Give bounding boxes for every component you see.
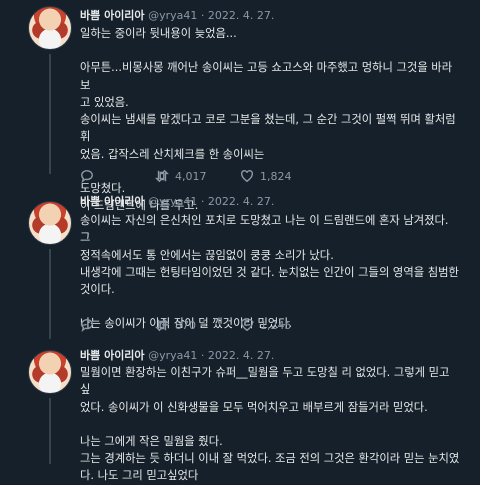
tweet-line: 것이다. [80,283,115,297]
tweet-date[interactable]: 2022. 4. 27. [208,349,274,362]
tweet-line: 밀웜이면 환장하는 이친구가 슈퍼__밀웜을 두고 도망칠 리 없었다. 그렇게… [80,366,453,397]
tweet-line: 내생각에 그때는 헌팅타임이었던 것 같다. 눈치없는 인간이 그들의 영역을 … [80,265,459,279]
tweet-actions: 4,017 1,824 [80,169,460,185]
separator: · [200,349,205,362]
tweet-line: 일하는 중이라 뒷내용이 늦었음... [80,27,237,40]
avatar[interactable] [28,201,72,245]
author-name[interactable]: 바쁨 아이리아 [80,9,145,22]
tweet-line: 그는 경계하는 듯 하더니 이내 잘 먹었다. 조금 전의 그것은 환각이라 믿… [80,452,460,466]
like-button[interactable]: 1,245 [240,318,292,332]
tweet-line: 송이씨는 냄새를 맡겠다고 코로 그분을 쳤는데, 그 순간 그것이 펄쩍 뛰며… [80,113,460,144]
thread-line [49,54,51,174]
tweet-text: 밀웜이면 환장하는 이친구가 슈퍼__밀웜을 두고 도망칠 리 없었다. 그렇게… [80,364,460,485]
retweet-button[interactable]: 4,017 [155,169,207,183]
tweet-line: 정적속에서도 통 안에서는 끊임없이 쿵쿵 소리가 났다. [80,248,334,262]
tweet-line: 고 있었음. [80,95,129,109]
retweet-icon [155,318,169,332]
tweet-line: 었다. 송이씨가 이 신화생물을 모두 먹어치우고 배부르게 잠들거라 믿었다. [80,400,428,414]
like-button[interactable]: 1,824 [240,169,292,183]
tweet-text: 일하는 중이라 뒷내용이 늦었음... 아무튼...비몽사몽 깨어난 송이씨는 … [80,25,460,215]
tweet-actions: 870 1,245 [80,318,460,334]
retweet-icon [155,169,169,183]
tweet-header: 바쁨 아이리아 @yrya41 · 2022. 4. 27. [80,193,274,209]
like-count: 1,245 [260,318,292,332]
tweet-line: 나는 그에게 작은 밀웜을 줬다. [80,434,223,448]
retweet-count: 4,017 [175,169,207,183]
tweet-line: 송이씨는 자신의 은신처인 포치로 도망쳤고 나는 이 드림랜드에 혼자 남겨졌… [80,214,453,245]
avatar[interactable] [28,350,72,394]
comment-icon [81,170,93,183]
separator: · [200,195,205,208]
like-count: 1,824 [260,169,292,183]
retweet-button[interactable]: 870 [155,318,196,332]
author-name[interactable]: 바쁨 아이리아 [80,195,145,208]
author-handle[interactable]: @yrya41 [148,9,197,22]
thread-line [49,398,51,464]
reply-button[interactable] [80,169,94,183]
thread-line [49,249,51,339]
reply-button[interactable] [80,318,94,332]
comment-icon [81,319,93,332]
tweet-line: 다. 나도 그리 믿고싶었다 [80,469,199,483]
avatar[interactable] [28,6,72,50]
author-handle[interactable]: @yrya41 [148,195,197,208]
heart-icon [241,170,253,183]
tweet-line: 아무튼...비몽사몽 깨어난 송이씨는 고등 쇼고스와 마주했고 멍하니 그것을… [80,61,453,92]
tweet-date[interactable]: 2022. 4. 27. [208,9,274,22]
retweet-count: 870 [175,318,196,332]
tweet-header: 바쁨 아이리아 @yrya41 · 2022. 4. 27. [80,347,274,363]
tweet-header: 바쁨 아이리아 @yrya41 · 2022. 4. 27. [80,7,274,23]
tweet-text: 송이씨는 자신의 은신처인 포치로 도망쳤고 나는 이 드림랜드에 혼자 남겨졌… [80,212,460,333]
tweet-date[interactable]: 2022. 4. 27. [208,195,274,208]
separator: · [200,9,205,22]
author-handle[interactable]: @yrya41 [148,349,197,362]
tweet-line: 었음. 갑작스레 산치체크를 한 송이씨는 [80,147,265,161]
author-name[interactable]: 바쁨 아이리아 [80,349,145,362]
heart-icon [241,319,253,332]
